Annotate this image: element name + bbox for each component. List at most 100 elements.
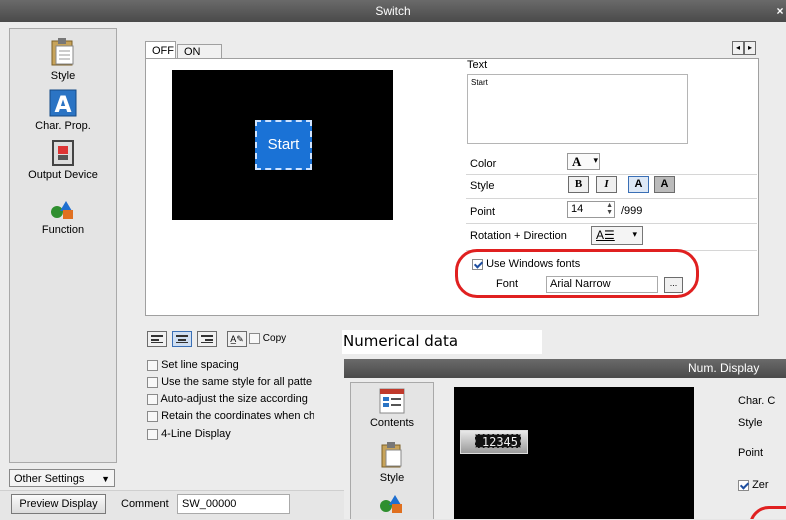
shapes-icon — [51, 201, 73, 219]
checkbox-unchecked-icon[interactable] — [147, 428, 158, 440]
inset-zero-label: Zer — [752, 479, 769, 491]
sidebar-item-label: Contents — [369, 417, 415, 429]
checkbox-checked-icon[interactable] — [738, 479, 749, 491]
sidebar-item-function[interactable]: Function — [10, 199, 116, 236]
tab-off[interactable]: OFF — [145, 41, 176, 59]
point-label: Point — [470, 206, 496, 218]
numeric-display-element[interactable]: 12345 — [460, 430, 528, 454]
text-label: Text — [467, 59, 488, 71]
checkbox-unchecked-icon[interactable] — [147, 410, 158, 422]
inset-sidebar: Contents Style — [350, 382, 434, 519]
point-max: /999 — [621, 205, 643, 217]
contents-icon — [379, 388, 405, 414]
inset-point-label: Point — [738, 447, 764, 459]
shapes-icon — [380, 495, 402, 513]
inset-sidebar-item-contents[interactable]: Contents — [351, 388, 433, 429]
outline-button[interactable]: A — [654, 176, 675, 193]
preview-display-button[interactable]: Preview Display — [11, 494, 106, 514]
option-label: 4-Line Display — [161, 428, 231, 440]
option-auto-adjust[interactable]: Auto-adjust the size according — [147, 391, 314, 407]
option-label: Use the same style for all patte — [161, 376, 313, 388]
inset-titlebar: Num. Display — [344, 359, 786, 378]
bold-button[interactable]: B — [568, 176, 589, 193]
align-left-icon — [151, 335, 163, 343]
highlight-oval — [455, 249, 699, 298]
sidebar-item-output-device[interactable]: Output Device — [10, 140, 116, 181]
sidebar-item-label: Style — [379, 472, 405, 484]
align-center-icon — [176, 335, 188, 343]
point-stepper[interactable]: 14 ▲ ▼ — [567, 201, 615, 218]
inset-sidebar-item-function[interactable] — [351, 493, 433, 518]
copy-label: Copy — [262, 333, 287, 345]
align-right-button[interactable] — [197, 331, 217, 347]
option-label: Retain the coordinates when ch — [161, 410, 314, 422]
inset-zero-checkbox[interactable]: Zer — [738, 479, 769, 491]
rotation-dropdown[interactable]: A☰ ▾ — [591, 226, 643, 245]
other-settings-dropdown[interactable]: Other Settings ▼ — [9, 469, 115, 487]
inset-title: Num. Display — [688, 361, 760, 375]
preview-switch-button[interactable]: Start — [255, 120, 312, 170]
clipboard-icon — [51, 38, 74, 66]
window-title: Switch — [375, 4, 411, 18]
color-label: Color — [470, 158, 497, 170]
chevron-down-icon: ▼ — [101, 474, 110, 484]
text-input[interactable]: Start — [467, 74, 688, 144]
sidebar-item-label: Style — [50, 70, 76, 82]
tab-on[interactable]: ON — [177, 44, 222, 59]
close-icon[interactable]: × — [774, 0, 786, 22]
chevron-down-icon: ▾ — [593, 155, 598, 165]
inset-style-label: Style — [738, 417, 763, 429]
align-center-button[interactable] — [172, 331, 192, 347]
inset-char-label: Char. C — [738, 395, 776, 407]
shadow-button[interactable]: A — [628, 176, 649, 193]
tab-scroll-right-icon[interactable]: ▸ — [744, 41, 756, 55]
text-edit-icon: A̲✎ — [230, 334, 244, 344]
output-device-icon — [52, 140, 74, 166]
text-direction-icon: A☰ — [596, 228, 615, 242]
caption-numerical-data: Numerical data — [343, 332, 459, 350]
align-left-button[interactable] — [147, 331, 167, 347]
sidebar-item-style[interactable]: Style — [10, 37, 116, 82]
option-4-line-display[interactable]: 4-Line Display — [147, 426, 314, 442]
point-value: 14 — [571, 203, 584, 215]
svg-text:A: A — [54, 93, 71, 117]
comment-field[interactable]: SW_00000 — [177, 494, 290, 514]
option-retain-coordinates[interactable]: Retain the coordinates when ch — [147, 408, 314, 424]
color-picker[interactable]: A ▾ — [567, 153, 600, 170]
sidebar-item-label: Function — [41, 224, 85, 236]
spin-arrows-icon[interactable]: ▲ ▼ — [606, 202, 613, 216]
text-edit-button[interactable]: A̲✎ — [227, 331, 247, 347]
inset-sidebar-item-style[interactable]: Style — [351, 441, 433, 484]
align-right-icon — [201, 335, 213, 343]
italic-button[interactable]: I — [596, 176, 617, 193]
rotation-label: Rotation + Direction — [470, 230, 567, 242]
tab-label: ON — [184, 46, 201, 58]
chevron-down-icon: ▾ — [632, 229, 637, 239]
style-label: Style — [470, 180, 495, 192]
letter-a-icon: A — [49, 89, 77, 117]
option-label: Auto-adjust the size according — [160, 393, 308, 405]
checkbox-unchecked-icon[interactable] — [147, 359, 158, 371]
comment-label: Comment — [121, 498, 169, 510]
option-set-line-spacing[interactable]: Set line spacing — [147, 357, 314, 373]
num-display-dialog: Num. Display Contents Style 12345 Char. … — [344, 359, 786, 519]
checkbox-unchecked-icon[interactable] — [147, 393, 158, 405]
copy-checkbox[interactable]: Copy — [249, 333, 314, 344]
sidebar-item-label: Output Device — [28, 169, 98, 181]
checkbox-unchecked-icon[interactable] — [147, 376, 158, 388]
window-titlebar: Switch × — [0, 0, 786, 22]
tab-label: OFF — [152, 45, 174, 57]
color-swatch-letter: A — [572, 154, 582, 169]
tab-scroll-left-icon[interactable]: ◂ — [732, 41, 744, 55]
highlight-oval — [749, 506, 786, 519]
other-settings-label: Other Settings — [14, 473, 85, 485]
option-label: Set line spacing — [161, 359, 239, 371]
checkbox-unchecked-icon[interactable] — [249, 333, 260, 344]
preview-switch-text: Start — [267, 136, 300, 153]
settings-sidebar: Style A Char. Prop. Output Device Functi… — [9, 28, 117, 463]
sidebar-item-char-prop[interactable]: A Char. Prop. — [10, 89, 116, 132]
option-same-style[interactable]: Use the same style for all patte — [147, 374, 314, 390]
numeric-display-value: 12345 — [475, 434, 521, 449]
clipboard-icon — [381, 442, 402, 468]
sidebar-item-label: Char. Prop. — [35, 120, 91, 132]
